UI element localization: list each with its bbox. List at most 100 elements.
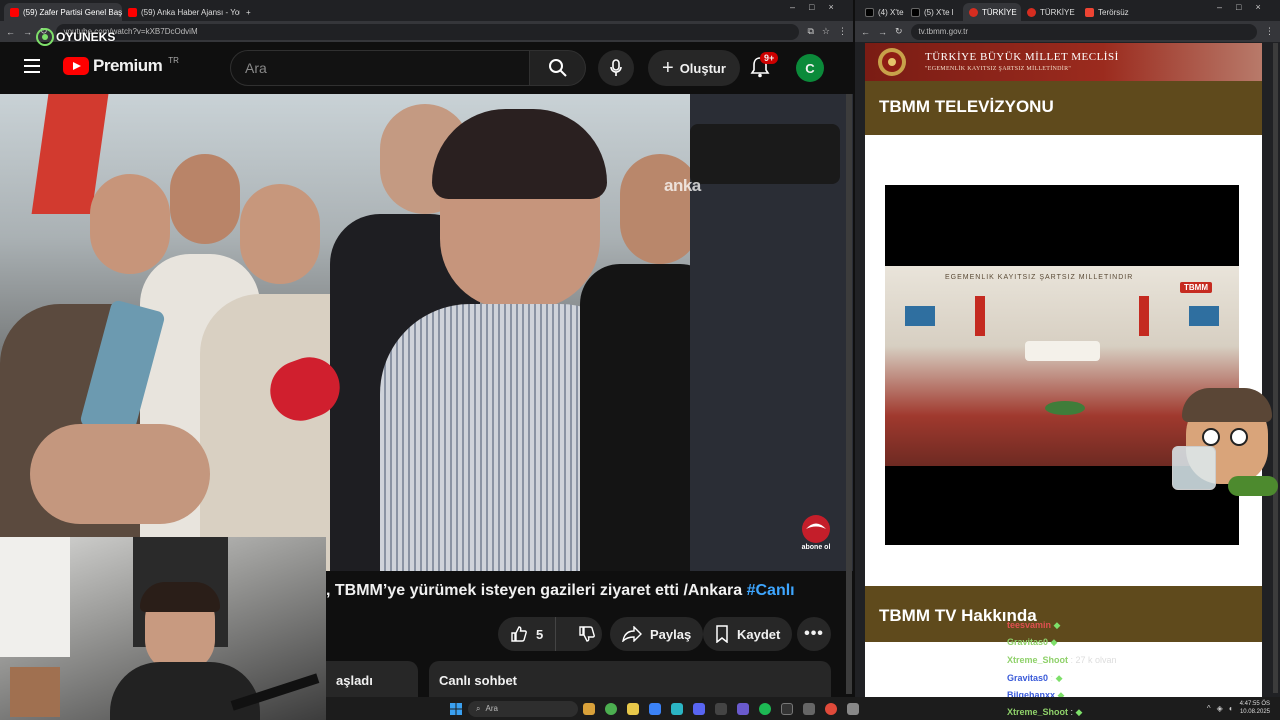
youtube-header: Premium TR Ara + Oluştur 9+ C [0,42,853,94]
dislike-button[interactable] [564,617,610,651]
window-shape [0,537,70,657]
app-icon[interactable] [671,702,683,715]
app-icon[interactable] [847,702,859,715]
back-icon[interactable]: ← [6,27,15,37]
close-window-icon[interactable]: × [828,2,833,12]
url-field[interactable]: youtube.com/watch?v=kXB7DcOdviM [55,23,800,40]
video-title: , TBMM’ye yürümek isteyen gazileri ziyar… [326,582,795,599]
discord-icon[interactable] [693,702,705,715]
emote-icon: ◆ [1075,707,1083,717]
file-explorer-icon[interactable] [627,702,639,715]
reload-icon[interactable]: ↻ [895,26,903,37]
voice-search-button[interactable] [598,50,634,86]
hand-shape [30,424,210,524]
tab-x-1[interactable]: (4) X'te l [859,3,905,21]
tab-tbmm[interactable]: TÜRKİYE [1021,3,1079,21]
edge-icon[interactable] [649,702,661,715]
maximize-icon[interactable]: □ [809,2,814,12]
notifications-button[interactable]: 9+ [750,52,779,83]
hashtag-link[interactable]: #Canlı [747,582,795,599]
search-input[interactable]: Ara [230,50,530,86]
more-horizontal-icon: ••• [804,625,824,642]
windows-taskbar: ⌕ Ara ^ ◈ ◐ 4:47:55 ÖS 10.08.2025 [326,697,1280,720]
oyuneks-logo-icon [36,28,54,46]
app-icon[interactable] [737,702,749,715]
tab-anka-haber[interactable]: (59) Anka Haber Ajansı - YouTube × [122,3,240,21]
avatar[interactable]: C [796,54,824,82]
menu-icon[interactable]: ⋮ [1265,26,1274,37]
tray-chevron-icon[interactable]: ^ [1207,704,1211,713]
spotify-icon[interactable] [759,702,771,715]
chat-message: Xtreme_Shoot : 27 k olvan [1007,655,1117,665]
tab-terorsuz[interactable]: Terörsüz [1079,3,1141,21]
bookmark-star-icon[interactable]: ☆ [822,26,830,37]
video-player[interactable]: anka abone ol [0,94,853,571]
emote-icon: ◆ [1050,637,1058,647]
tab-x-2[interactable]: (5) X'te l [905,3,963,21]
more-actions-button[interactable]: ••• [797,617,831,651]
app-icon[interactable] [803,702,815,715]
like-dislike-group: 5 [498,617,602,651]
page-scrollbar[interactable] [1273,43,1278,693]
youtube-premium-logo[interactable]: Premium TR [63,56,179,76]
chat-message: Xtreme_Shoot : ◆ [1007,707,1083,717]
volume-icon[interactable]: ◐ [1229,704,1234,713]
back-icon[interactable]: ← [861,27,870,37]
plus-icon: + [662,57,674,79]
streamer-hair-shape [140,582,220,612]
maximize-icon[interactable]: □ [1236,2,1241,12]
camera-shape [690,124,840,184]
person-shape [90,174,170,274]
webcam-overlay [0,537,326,720]
page-scrollbar[interactable] [846,94,852,694]
like-button[interactable]: 5 [498,617,557,651]
flag-shape [975,296,985,336]
url-field[interactable]: tv.tbmm.gov.tr [910,23,1257,40]
tab-zafer-partisi[interactable]: (59) Zafer Partisi Genel Başkanı × [4,3,122,21]
windows-start-icon[interactable] [450,702,462,715]
chat-message: Gravitas0 ◆ [1007,637,1058,647]
thumbs-up-icon [511,626,527,642]
live-chat-panel[interactable]: Canlı sohbet [429,661,831,697]
share-button[interactable]: Paylaş [610,617,704,651]
tbmm-header-motto: "EGEMENLİK KAYITSIZ ŞARTSIZ MİLLETİNDİR" [925,66,1072,72]
description-panel[interactable]: aşladı [326,661,418,697]
menu-icon[interactable]: ⋮ [838,26,847,37]
tbmm-browser-window: (4) X'te l (5) X'te l TÜRKİYE TÜRKİYE Te… [855,0,1280,697]
person-shape [240,184,320,284]
taskbar-search-input[interactable]: ⌕ Ara [468,700,578,717]
screen-shape [905,306,935,326]
close-window-icon[interactable]: × [1255,2,1260,12]
taskbar-clock[interactable]: 4:47:55 ÖS 10.08.2025 [1240,701,1270,715]
new-tab-button[interactable]: + [240,3,257,21]
obs-icon[interactable] [781,702,793,715]
extensions-icon[interactable]: ⧉ [807,26,813,37]
tab-strip: (59) Zafer Partisi Genel Başkanı × (59) … [0,0,853,21]
app-icon[interactable] [715,702,727,715]
widgets-icon[interactable] [583,702,595,715]
podium-shape [1025,341,1100,361]
forward-icon[interactable]: → [878,27,887,37]
mascot-eye-shape [1230,428,1248,446]
window-controls: – □ × [790,2,834,12]
search-icon [548,59,567,77]
network-icon[interactable]: ◈ [1217,704,1223,713]
create-button[interactable]: + Oluştur [648,50,740,86]
microphone-icon [610,59,622,76]
video-watermark: anka [664,176,701,195]
app-icon[interactable] [825,702,837,715]
chat-message: teesvamin ◆ [1007,620,1061,630]
address-bar-row: ← → ↻ youtube.com/watch?v=kXB7DcOdviM ⧉ … [0,21,853,42]
tab-tbmm-active[interactable]: TÜRKİYE [963,3,1021,21]
parliament-banner-text: EGEMENLİK KAYITSIZ ŞARTSIZ MİLLETİNDİR [945,274,1134,281]
minimize-icon[interactable]: – [790,2,795,12]
minimize-icon[interactable]: – [1217,2,1222,12]
hamburger-menu-icon[interactable] [24,59,40,73]
tbmm-tv-logo: TBMM [1180,282,1212,293]
chrome-icon[interactable] [605,702,617,715]
subscribe-watermark[interactable]: abone ol [800,514,832,551]
search-button[interactable] [530,50,586,86]
mascot-glass-shape [1172,446,1216,490]
save-button[interactable]: Kaydet [703,617,793,651]
forward-icon[interactable]: → [23,27,32,37]
